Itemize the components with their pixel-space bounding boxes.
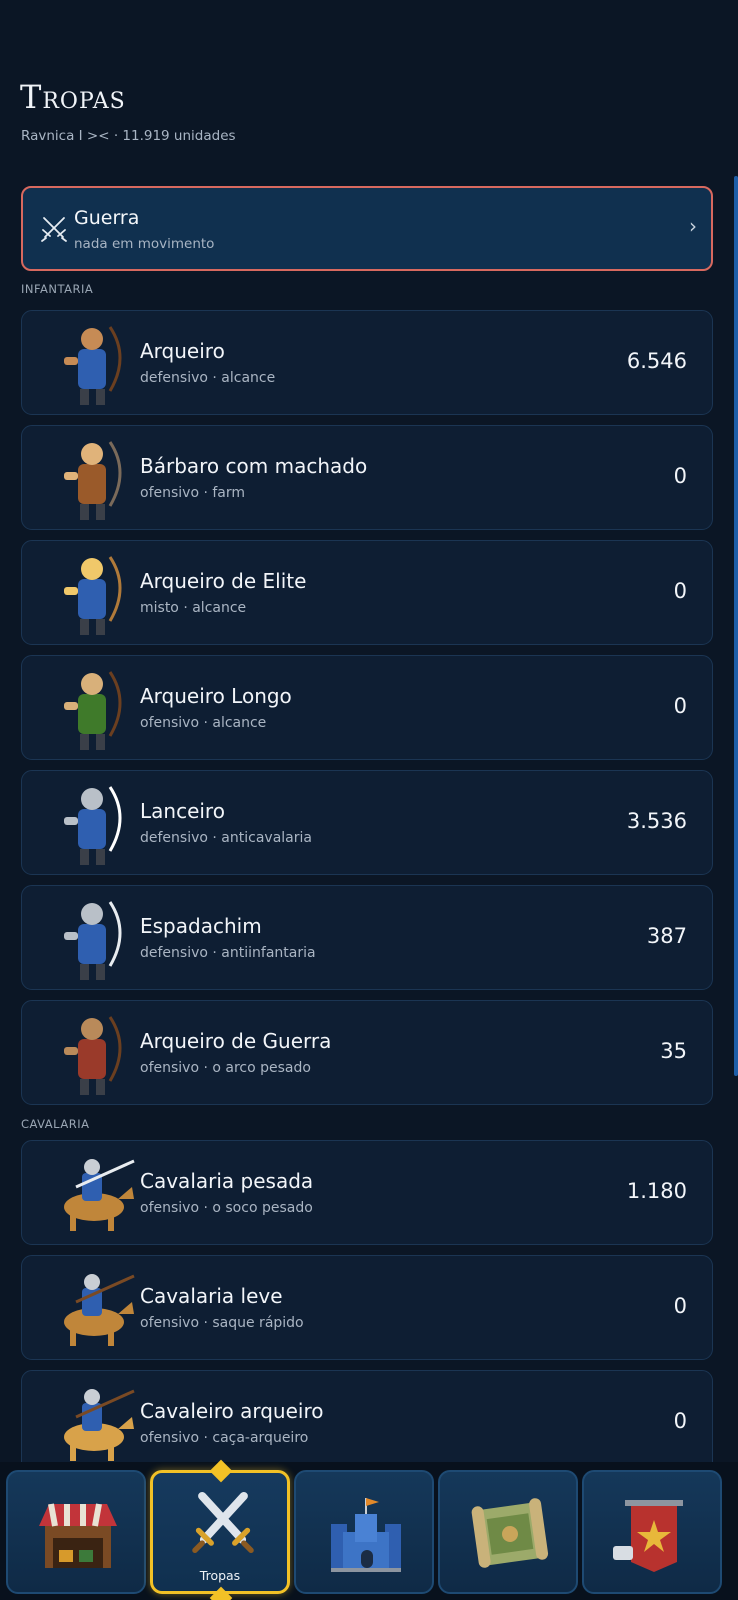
nav-button-map[interactable] [438,1470,578,1594]
troop-name: Arqueiro de Guerra [140,1029,332,1053]
troop-name: Espadachim [140,914,262,938]
nav-button-troops[interactable]: Tropas [150,1459,290,1600]
troop-count: 0 [673,464,687,488]
troop-count: 0 [673,1294,687,1318]
troop-card[interactable]: Arqueiro defensivo · alcance 6.546 [21,310,713,415]
crossed-swords-icon [41,217,67,242]
nav-button-alliance[interactable] [582,1470,722,1594]
spearman-icon [64,786,122,865]
chevron-right-icon: › [689,214,697,238]
troop-card[interactable]: Bárbaro com machado ofensivo · farm 0 [21,425,713,530]
castle-icon [331,1498,401,1572]
troop-description: ofensivo · o soco pesado [140,1200,313,1216]
troop-count: 6.546 [626,349,687,373]
troop-card[interactable]: Espadachim defensivo · antiinfantaria 387 [21,885,713,990]
horse-archer-icon [64,1389,135,1461]
troop-name: Arqueiro Longo [140,684,292,708]
troop-name: Cavalaria pesada [140,1169,314,1193]
scrollbar[interactable] [734,176,738,1076]
troop-description: ofensivo · caça-arqueiro [140,1430,309,1446]
active-diamond-top [209,1459,233,1483]
troop-count: 0 [673,694,687,718]
active-diamond-bottom [209,1586,233,1600]
war-card[interactable]: Guerra nada em movimento › [21,186,713,271]
section-label-infantry: INFANTARIA [21,282,94,296]
section-label-cavalry: CAVALARIA [21,1117,90,1131]
troop-count: 0 [673,579,687,603]
heavy-cavalry-icon [64,1159,135,1231]
troop-name: Bárbaro com machado [140,454,368,478]
war-title: Guerra [74,207,140,229]
troop-count: 3.536 [626,809,687,833]
troop-card[interactable]: Cavaleiro arqueiro ofensivo · caça-arquei… [21,1370,713,1475]
light-cavalry-icon [64,1274,135,1346]
troop-card[interactable]: Arqueiro de Elite misto · alcance 0 [21,540,713,645]
troop-name: Cavaleiro arqueiro [140,1399,324,1423]
troop-name: Arqueiro de Elite [140,569,307,593]
troop-count: 0 [673,1409,687,1433]
market-icon [39,1503,117,1568]
swordsman-icon [64,901,122,980]
troop-card[interactable]: Arqueiro de Guerra ofensivo · o arco pesa… [21,1000,713,1105]
map-scroll-icon [471,1498,549,1568]
war-subtitle: nada em movimento [74,236,215,252]
troop-name: Arqueiro [140,339,225,363]
troop-count: 35 [660,1039,687,1063]
nav-button-castle[interactable] [294,1470,434,1594]
troop-description: ofensivo · o arco pesado [140,1060,311,1076]
axe-barbarian-icon [64,441,122,520]
page-title: Tropas [20,78,126,116]
longbow-archer-icon [64,671,122,750]
troop-description: defensivo · alcance [140,370,276,386]
archer-icon [64,326,122,405]
crossed-swords-icon [192,1491,254,1554]
nav-label-troops: Tropas [199,1568,241,1583]
elite-archer-icon [64,556,122,635]
alliance-banner-icon [613,1500,683,1572]
troop-name: Cavalaria leve [140,1284,283,1308]
troop-card[interactable]: Cavalaria pesada ofensivo · o soco pesado… [21,1140,713,1245]
troop-card[interactable]: Arqueiro Longo ofensivo · alcance 0 [21,655,713,760]
nav-button-market[interactable] [6,1470,146,1594]
troop-description: misto · alcance [140,600,247,616]
bottom-nav: Tropas [0,1459,738,1600]
troop-name: Lanceiro [140,799,225,823]
troop-description: defensivo · antiinfantaria [140,945,316,961]
troop-count: 1.180 [626,1179,687,1203]
troop-description: ofensivo · farm [140,485,246,501]
troop-count: 387 [646,924,687,948]
troop-card[interactable]: Lanceiro defensivo · anticavalaria 3.536 [21,770,713,875]
troop-description: defensivo · anticavalaria [140,830,312,846]
troop-card[interactable]: Cavalaria leve ofensivo · saque rápido 0 [21,1255,713,1360]
war-archer-icon [64,1016,122,1095]
troop-description: ofensivo · alcance [140,715,267,731]
troop-description: ofensivo · saque rápido [140,1315,304,1331]
page-subtitle: Ravnica I >< · 11.919 unidades [21,128,236,144]
